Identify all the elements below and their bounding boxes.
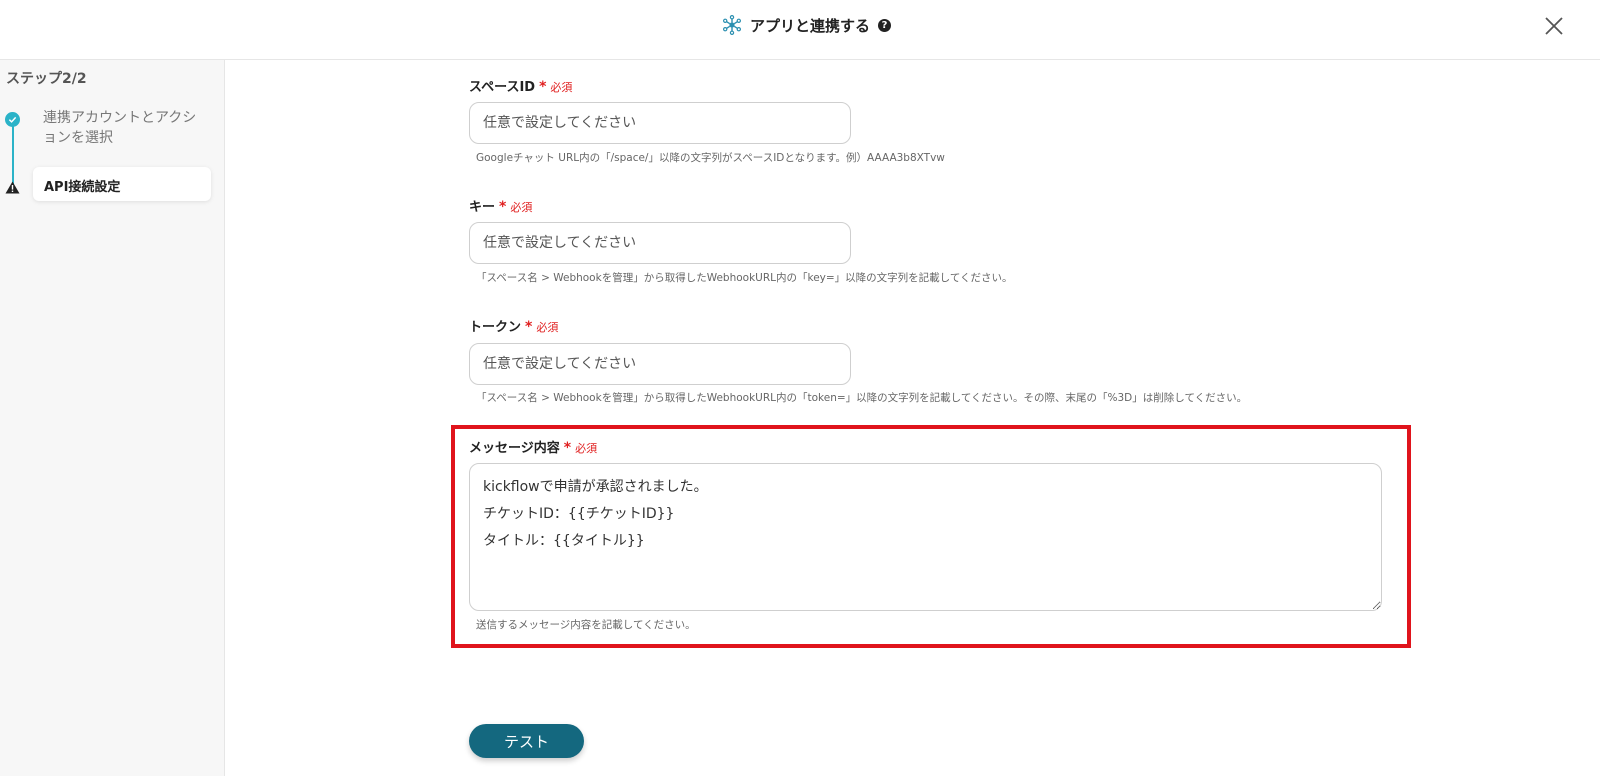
key-label-text: キー [469,200,496,215]
step-connector [12,126,14,184]
required-badge: 必須 [575,442,598,455]
modal-title-text: アプリと連携する [750,16,871,35]
space-id-help: Googleチャット URL内の「/space/」以降の文字列がスペースIDとな… [476,152,945,164]
sidebar-step-api-settings[interactable]: API接続設定 [33,167,211,201]
token-label-text: トークン [469,320,522,335]
close-button[interactable] [1542,14,1566,38]
required-badge: 必須 [550,81,573,94]
check-circle-icon [5,112,20,127]
modal-title: アプリと連携する ? [722,14,892,36]
required-badge: 必須 [510,201,533,214]
close-icon[interactable] [1542,14,1566,38]
space-id-label-text: スペースID [469,80,536,95]
required-asterisk: * [563,440,572,456]
required-badge: 必須 [536,321,559,334]
key-input[interactable] [469,222,851,264]
token-input[interactable] [469,343,851,385]
required-asterisk: * [499,199,507,215]
step-counter: ステップ2/2 [6,71,87,87]
test-button[interactable]: テスト [469,724,584,758]
step-sidebar: ステップ2/2 連携アカウントとアクションを選択 API接続設定 [0,60,225,776]
required-asterisk: * [525,319,533,335]
network-hub-icon [722,15,742,35]
space-id-label: スペースID * 必須 [469,76,572,95]
message-label-text: メッセージ内容 [469,441,560,456]
token-help: 「スペース名 > Webhookを管理」から取得したWebhookURL内の「t… [476,392,1248,404]
help-icon[interactable]: ? [878,18,892,32]
message-help: 送信するメッセージ内容を記載してください。 [476,619,696,631]
key-label: キー * 必須 [469,196,532,215]
warning-triangle-icon [5,179,20,198]
token-label: トークン * 必須 [469,316,558,335]
required-asterisk: * [539,79,547,95]
key-help: 「スペース名 > Webhookを管理」から取得したWebhookURL内の「k… [476,272,1013,284]
message-label: メッセージ内容 * 必須 [469,437,597,456]
space-id-input[interactable] [469,102,851,144]
modal-header: アプリと連携する ? [0,0,1600,60]
sidebar-step-select-action[interactable]: 連携アカウントとアクションを選択 [43,108,203,148]
message-textarea[interactable] [469,463,1382,611]
